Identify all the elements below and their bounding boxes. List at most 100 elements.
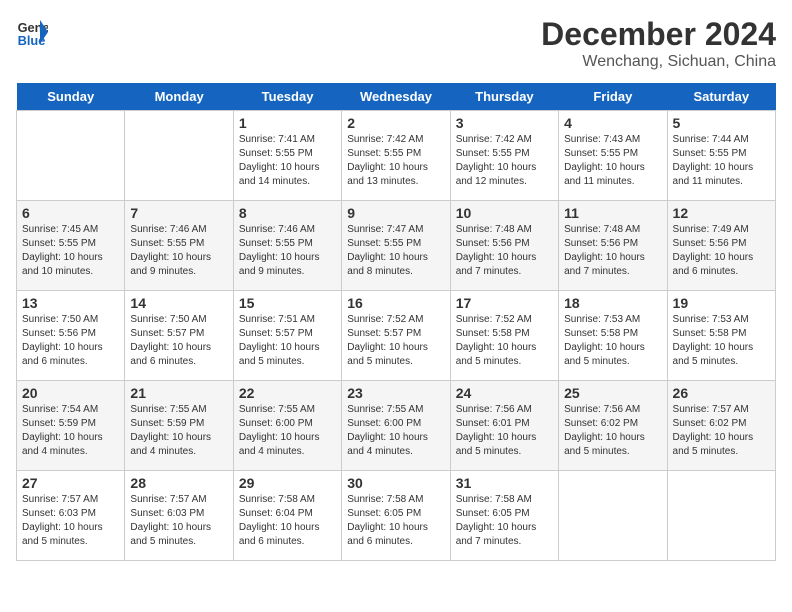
day-info: Sunrise: 7:56 AMSunset: 6:01 PMDaylight:…	[456, 403, 553, 459]
day-header-wednesday: Wednesday	[342, 83, 450, 111]
day-number: 30	[347, 475, 444, 491]
calendar-cell: 15 Sunrise: 7:51 AMSunset: 5:57 PMDayligh…	[233, 291, 341, 381]
calendar-cell: 24 Sunrise: 7:56 AMSunset: 6:01 PMDayligh…	[450, 381, 558, 471]
calendar-cell: 6 Sunrise: 7:45 AMSunset: 5:55 PMDaylight…	[17, 201, 125, 291]
day-number: 18	[564, 295, 661, 311]
calendar-cell: 31Sunrise: 7:58 AMSunset: 6:05 PMDayligh…	[450, 471, 558, 561]
calendar-cell: 29 Sunrise: 7:58 AMSunset: 6:04 PMDayligh…	[233, 471, 341, 561]
day-number: 2	[347, 115, 444, 131]
calendar-cell: 13Sunrise: 7:50 AMSunset: 5:56 PMDayligh…	[17, 291, 125, 381]
calendar-cell: 18 Sunrise: 7:53 AMSunset: 5:58 PMDayligh…	[559, 291, 667, 381]
day-info: Sunrise: 7:48 AMSunset: 5:56 PMDaylight:…	[456, 223, 553, 279]
day-number: 12	[673, 205, 770, 221]
logo-icon: General Blue	[16, 16, 48, 48]
title-area: December 2024 Wenchang, Sichuan, China	[541, 16, 776, 71]
calendar-week-2: 13Sunrise: 7:50 AMSunset: 5:56 PMDayligh…	[17, 291, 776, 381]
day-number: 21	[130, 385, 227, 401]
day-info: Sunrise: 7:43 AMSunset: 5:55 PMDaylight:…	[564, 133, 661, 189]
day-info: Sunrise: 7:45 AMSunset: 5:55 PMDaylight:…	[22, 223, 119, 279]
calendar-cell: 28 Sunrise: 7:57 AMSunset: 6:03 PMDayligh…	[125, 471, 233, 561]
day-header-tuesday: Tuesday	[233, 83, 341, 111]
calendar-week-0: 1Sunrise: 7:41 AMSunset: 5:55 PMDaylight…	[17, 111, 776, 201]
day-number: 19	[673, 295, 770, 311]
day-info: Sunrise: 7:57 AMSunset: 6:02 PMDaylight:…	[673, 403, 770, 459]
day-number: 14	[130, 295, 227, 311]
calendar-cell: 21 Sunrise: 7:55 AMSunset: 5:59 PMDayligh…	[125, 381, 233, 471]
day-number: 6	[22, 205, 119, 221]
calendar-cell: 16Sunrise: 7:52 AMSunset: 5:57 PMDayligh…	[342, 291, 450, 381]
day-number: 26	[673, 385, 770, 401]
day-info: Sunrise: 7:58 AMSunset: 6:05 PMDaylight:…	[347, 493, 444, 549]
day-header-saturday: Saturday	[667, 83, 775, 111]
day-info: Sunrise: 7:42 AMSunset: 5:55 PMDaylight:…	[347, 133, 444, 189]
calendar-table: SundayMondayTuesdayWednesdayThursdayFrid…	[16, 83, 776, 561]
day-info: Sunrise: 7:50 AMSunset: 5:56 PMDaylight:…	[22, 313, 119, 369]
calendar-cell: 12 Sunrise: 7:49 AMSunset: 5:56 PMDayligh…	[667, 201, 775, 291]
day-info: Sunrise: 7:50 AMSunset: 5:57 PMDaylight:…	[130, 313, 227, 369]
calendar-cell: 5 Sunrise: 7:44 AMSunset: 5:55 PMDaylight…	[667, 111, 775, 201]
day-number: 17	[456, 295, 553, 311]
calendar-cell: 3 Sunrise: 7:42 AMSunset: 5:55 PMDaylight…	[450, 111, 558, 201]
calendar-cell: 20 Sunrise: 7:54 AMSunset: 5:59 PMDayligh…	[17, 381, 125, 471]
calendar-cell: 22 Sunrise: 7:55 AMSunset: 6:00 PMDayligh…	[233, 381, 341, 471]
day-info: Sunrise: 7:57 AMSunset: 6:03 PMDaylight:…	[22, 493, 119, 549]
day-info: Sunrise: 7:54 AMSunset: 5:59 PMDaylight:…	[22, 403, 119, 459]
day-info: Sunrise: 7:44 AMSunset: 5:55 PMDaylight:…	[673, 133, 770, 189]
day-header-monday: Monday	[125, 83, 233, 111]
page-subtitle: Wenchang, Sichuan, China	[541, 53, 776, 71]
day-number: 22	[239, 385, 336, 401]
day-header-friday: Friday	[559, 83, 667, 111]
day-info: Sunrise: 7:51 AMSunset: 5:57 PMDaylight:…	[239, 313, 336, 369]
calendar-cell: 9Sunrise: 7:47 AMSunset: 5:55 PMDaylight…	[342, 201, 450, 291]
calendar-week-1: 6 Sunrise: 7:45 AMSunset: 5:55 PMDaylight…	[17, 201, 776, 291]
calendar-cell	[125, 111, 233, 201]
calendar-week-3: 20 Sunrise: 7:54 AMSunset: 5:59 PMDayligh…	[17, 381, 776, 471]
calendar-cell	[559, 471, 667, 561]
day-info: Sunrise: 7:53 AMSunset: 5:58 PMDaylight:…	[673, 313, 770, 369]
day-number: 16	[347, 295, 444, 311]
calendar-week-4: 27 Sunrise: 7:57 AMSunset: 6:03 PMDayligh…	[17, 471, 776, 561]
calendar-cell: 14 Sunrise: 7:50 AMSunset: 5:57 PMDayligh…	[125, 291, 233, 381]
day-info: Sunrise: 7:48 AMSunset: 5:56 PMDaylight:…	[564, 223, 661, 279]
day-number: 29	[239, 475, 336, 491]
day-number: 4	[564, 115, 661, 131]
day-number: 15	[239, 295, 336, 311]
logo: General Blue	[16, 16, 48, 48]
day-number: 5	[673, 115, 770, 131]
day-info: Sunrise: 7:52 AMSunset: 5:58 PMDaylight:…	[456, 313, 553, 369]
page-title: December 2024	[541, 16, 776, 53]
day-number: 7	[130, 205, 227, 221]
calendar-cell: 8Sunrise: 7:46 AMSunset: 5:55 PMDaylight…	[233, 201, 341, 291]
day-info: Sunrise: 7:49 AMSunset: 5:56 PMDaylight:…	[673, 223, 770, 279]
day-number: 25	[564, 385, 661, 401]
day-info: Sunrise: 7:58 AMSunset: 6:04 PMDaylight:…	[239, 493, 336, 549]
header: General Blue December 2024 Wenchang, Sic…	[16, 16, 776, 71]
day-info: Sunrise: 7:56 AMSunset: 6:02 PMDaylight:…	[564, 403, 661, 459]
calendar-cell: 27 Sunrise: 7:57 AMSunset: 6:03 PMDayligh…	[17, 471, 125, 561]
calendar-cell: 30 Sunrise: 7:58 AMSunset: 6:05 PMDayligh…	[342, 471, 450, 561]
day-number: 20	[22, 385, 119, 401]
day-header-thursday: Thursday	[450, 83, 558, 111]
day-info: Sunrise: 7:58 AMSunset: 6:05 PMDaylight:…	[456, 493, 553, 549]
day-number: 27	[22, 475, 119, 491]
calendar-cell: 25 Sunrise: 7:56 AMSunset: 6:02 PMDayligh…	[559, 381, 667, 471]
day-info: Sunrise: 7:57 AMSunset: 6:03 PMDaylight:…	[130, 493, 227, 549]
calendar-cell: 4 Sunrise: 7:43 AMSunset: 5:55 PMDaylight…	[559, 111, 667, 201]
calendar-cell: 11Sunrise: 7:48 AMSunset: 5:56 PMDayligh…	[559, 201, 667, 291]
day-number: 24	[456, 385, 553, 401]
day-info: Sunrise: 7:55 AMSunset: 5:59 PMDaylight:…	[130, 403, 227, 459]
calendar-cell: 1Sunrise: 7:41 AMSunset: 5:55 PMDaylight…	[233, 111, 341, 201]
day-info: Sunrise: 7:46 AMSunset: 5:55 PMDaylight:…	[130, 223, 227, 279]
day-info: Sunrise: 7:42 AMSunset: 5:55 PMDaylight:…	[456, 133, 553, 189]
day-info: Sunrise: 7:53 AMSunset: 5:58 PMDaylight:…	[564, 313, 661, 369]
calendar-cell	[667, 471, 775, 561]
day-info: Sunrise: 7:55 AMSunset: 6:00 PMDaylight:…	[239, 403, 336, 459]
day-number: 28	[130, 475, 227, 491]
calendar-cell: 26 Sunrise: 7:57 AMSunset: 6:02 PMDayligh…	[667, 381, 775, 471]
day-number: 3	[456, 115, 553, 131]
day-info: Sunrise: 7:55 AMSunset: 6:00 PMDaylight:…	[347, 403, 444, 459]
day-info: Sunrise: 7:41 AMSunset: 5:55 PMDaylight:…	[239, 133, 336, 189]
calendar-cell: 2 Sunrise: 7:42 AMSunset: 5:55 PMDaylight…	[342, 111, 450, 201]
calendar-cell: 19 Sunrise: 7:53 AMSunset: 5:58 PMDayligh…	[667, 291, 775, 381]
day-info: Sunrise: 7:47 AMSunset: 5:55 PMDaylight:…	[347, 223, 444, 279]
